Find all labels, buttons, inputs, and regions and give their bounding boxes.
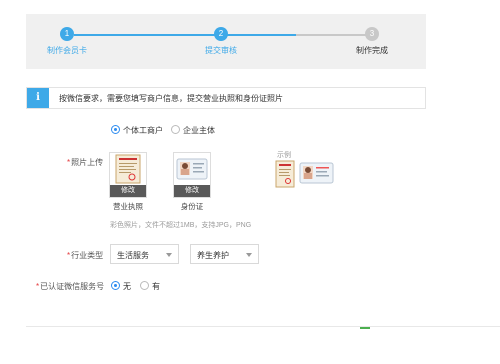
id-card-caption: 身份证: [180, 202, 204, 211]
business-license-thumb[interactable]: 修改: [109, 152, 147, 198]
radio-verified-no-label[interactable]: 无: [123, 281, 131, 292]
sample-license-image: [275, 160, 295, 188]
footer-divider: [26, 326, 500, 327]
footer-mark: [360, 327, 370, 329]
verified-account-label: *已认证微信服务号: [36, 281, 104, 292]
verified-account-label-text: 已认证微信服务号: [40, 282, 105, 291]
radio-individual-label[interactable]: 个体工商户: [123, 125, 163, 136]
step-1-label: 制作会员卡: [47, 46, 87, 55]
step-line-pending: [296, 34, 369, 36]
industry-primary-value: 生活服务: [117, 251, 149, 260]
business-license-image: [115, 154, 141, 184]
required-mark: *: [67, 158, 71, 167]
step-2-label: 提交审核: [205, 46, 237, 55]
radio-enterprise-label[interactable]: 企业主体: [183, 125, 215, 136]
step-2-circle: 2: [214, 27, 228, 41]
step-line-2-3: [221, 34, 296, 36]
step-3-label: 制作完成: [356, 46, 388, 55]
industry-secondary-value: 养生养护: [197, 251, 229, 260]
industry-secondary-select[interactable]: 养生养护: [190, 244, 259, 264]
progress-steps: 1 2 3 制作会员卡 提交审核 制作完成: [26, 14, 426, 69]
industry-label: *行业类型: [67, 250, 103, 261]
radio-verified-yes-label[interactable]: 有: [152, 281, 160, 292]
notice-text: 按微信要求，需要您填写商户信息，提交营业执照和身份证照片: [59, 94, 283, 103]
notice-banner: i 按微信要求，需要您填写商户信息，提交营业执照和身份证照片: [26, 87, 426, 109]
id-card-thumb[interactable]: 修改: [173, 152, 211, 198]
sample-label: 示例: [277, 152, 291, 159]
industry-primary-select[interactable]: 生活服务: [110, 244, 179, 264]
photo-upload-label-text: 照片上传: [71, 158, 104, 167]
step-line-1-2: [74, 34, 221, 36]
radio-enterprise[interactable]: [171, 125, 180, 134]
sample-id-card-image: [299, 162, 334, 184]
radio-verified-yes[interactable]: [140, 281, 149, 290]
chevron-down-icon: [246, 253, 252, 257]
business-license-caption: 营业执照: [113, 202, 143, 211]
required-mark: *: [36, 282, 40, 291]
info-icon: i: [27, 88, 49, 108]
upload-tip: 彩色照片，文件不超过1MB，支持JPG，PNG: [110, 222, 252, 229]
radio-verified-no[interactable]: [111, 281, 120, 290]
edit-license-button[interactable]: 修改: [110, 185, 146, 197]
chevron-down-icon: [166, 253, 172, 257]
industry-label-text: 行业类型: [71, 251, 104, 260]
required-mark: *: [67, 251, 71, 260]
radio-individual[interactable]: [111, 125, 120, 134]
step-3-circle: 3: [365, 27, 379, 41]
step-1-circle: 1: [60, 27, 74, 41]
id-card-image: [176, 158, 208, 180]
edit-id-card-button[interactable]: 修改: [174, 185, 210, 197]
photo-upload-label: *照片上传: [67, 157, 103, 168]
